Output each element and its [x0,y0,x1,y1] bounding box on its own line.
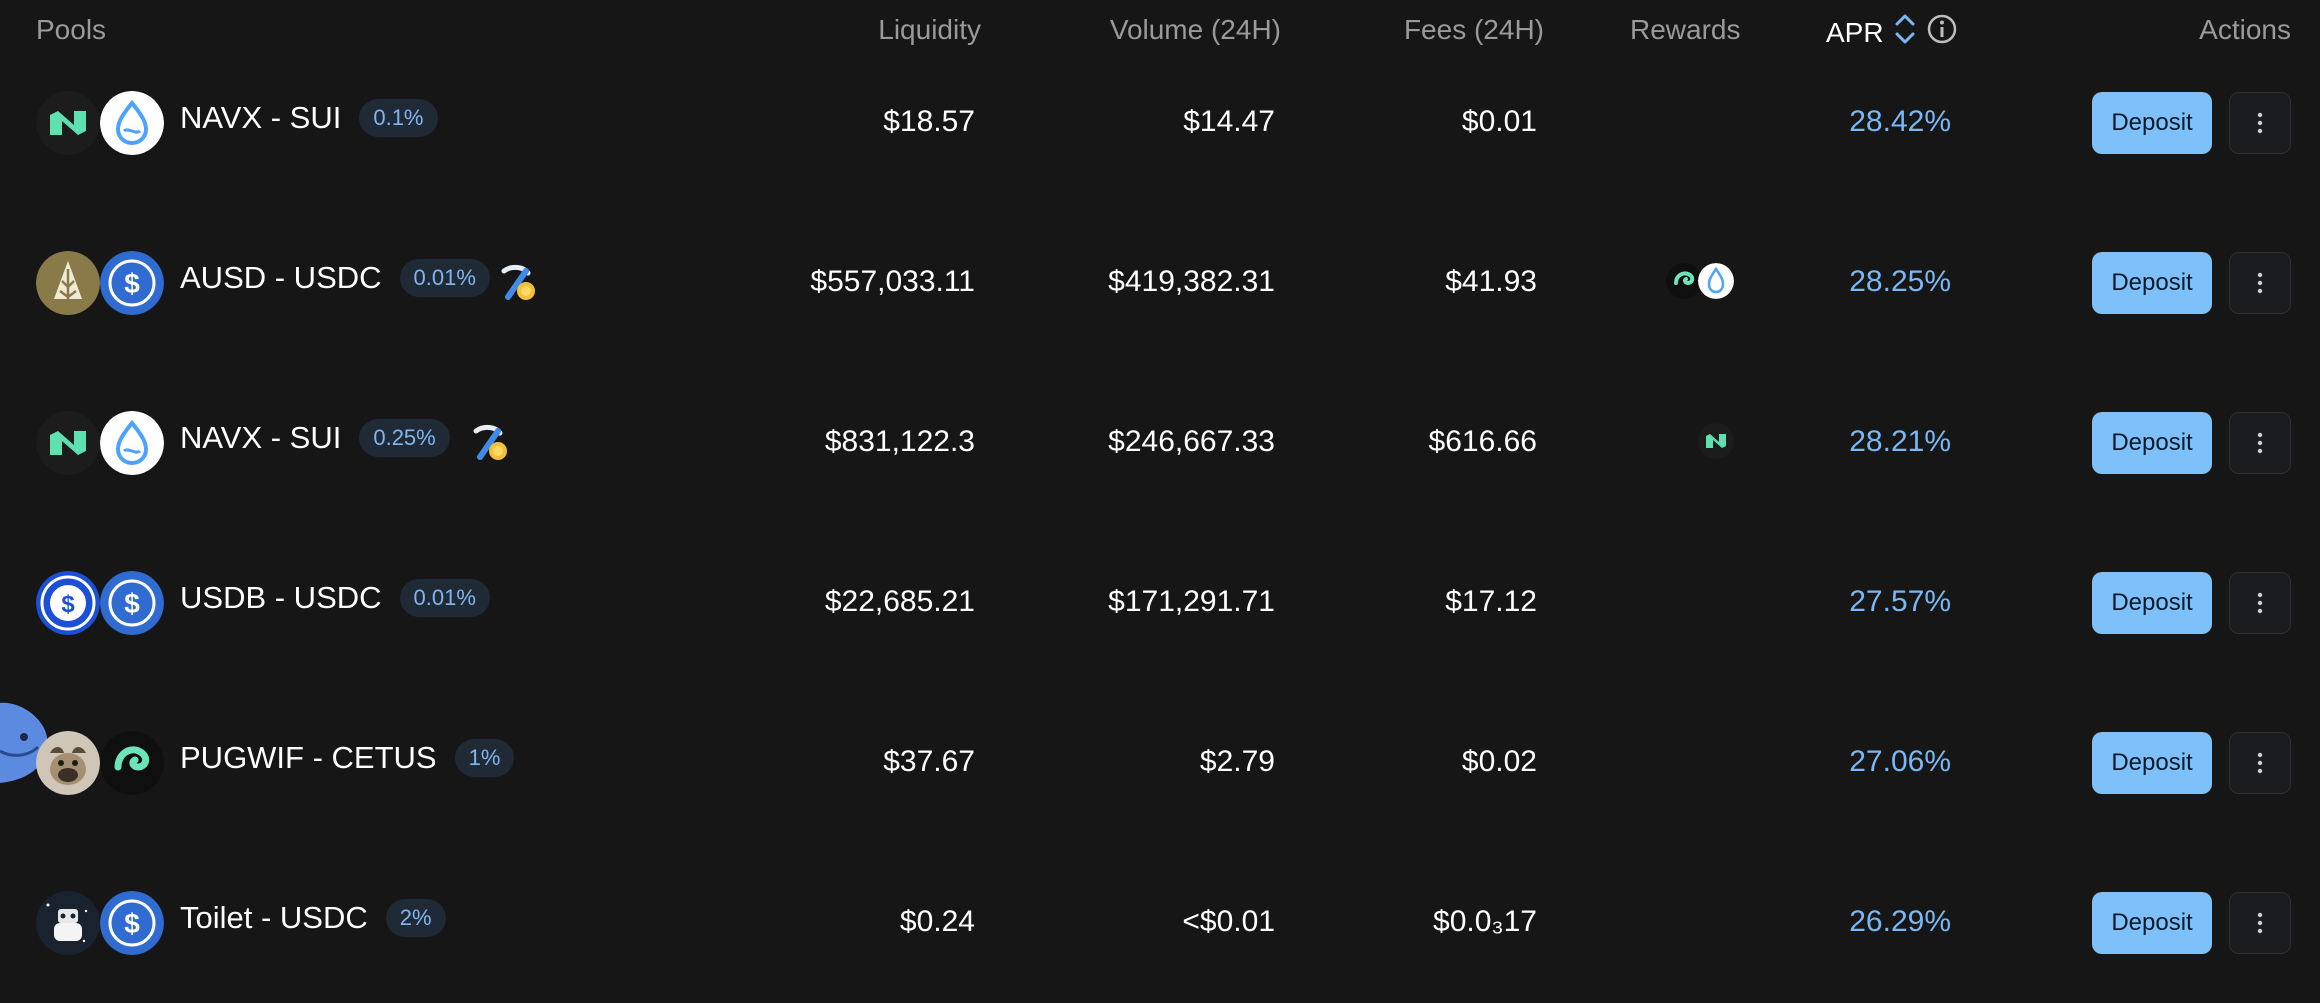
deposit-button[interactable]: Deposit [2092,732,2212,794]
pool-pair-name[interactable]: PUGWIF - CETUS [180,740,437,776]
liquidity-value: $831,122.3 [824,425,975,458]
apr-value: 28.25% [1849,265,1951,298]
navx-icon [36,411,100,475]
liquidity-value: $0.24 [899,905,975,938]
fees-value: $0.01 [1461,105,1537,138]
fees-value: $616.66 [1428,425,1537,458]
apr-value: 26.29% [1849,905,1951,938]
more-vertical-icon [2257,592,2263,614]
pool-pair-name[interactable]: NAVX - SUI [180,100,341,136]
fee-tier-badge: 0.01% [399,259,490,297]
pool-pair-name[interactable]: Toilet - USDC [180,900,368,936]
volume-value: $2.79 [1199,745,1275,778]
pool-pair-name[interactable]: NAVX - SUI [180,420,341,456]
sui-icon [1698,263,1734,299]
usdc-icon: $ [100,251,164,315]
cetus-icon [1666,263,1702,299]
svg-text:$: $ [61,591,75,618]
deposit-button[interactable]: Deposit [2092,252,2212,314]
fee-tier-badge: 0.25% [359,419,450,457]
volume-value: $419,382.31 [1108,265,1275,298]
volume-value: $14.47 [1183,105,1275,138]
liquidity-value: $37.67 [883,745,975,778]
apr-value: 27.06% [1849,745,1951,778]
header-liquidity: Liquidity [878,14,981,45]
apr-value: 28.42% [1849,105,1951,138]
toilet-icon [36,891,100,955]
pool-row[interactable]: $ $ USDB - USDC 0.01% $22,685.21 $171,29… [0,523,2320,683]
deposit-button[interactable]: Deposit [2092,572,2212,634]
mining-pickaxe-icon [470,423,510,463]
header-fees: Fees (24H) [1403,14,1544,45]
more-vertical-icon [2257,752,2263,774]
pool-pair-name[interactable]: USDB - USDC [180,580,382,616]
more-options-button[interactable] [2229,412,2291,474]
navx-icon [36,91,100,155]
svg-text:$: $ [124,588,140,619]
usdc-icon: $ [100,571,164,635]
pool-row[interactable]: $ AUSD - USDC 0.01% $557,033.11 $419,382… [0,203,2320,363]
fees-value: $41.93 [1445,265,1537,298]
more-options-button[interactable] [2229,92,2291,154]
liquidity-value: $22,685.21 [824,585,975,618]
fees-value: $0.0₃17 [1433,905,1537,938]
fees-value: $17.12 [1445,585,1537,618]
usdc-icon: $ [100,891,164,955]
deposit-button[interactable]: Deposit [2092,892,2212,954]
pool-row[interactable]: PUGWIF - CETUS 1% $37.67 $2.79 $0.02 27.… [0,683,2320,843]
header-rewards: Rewards [1630,14,1741,45]
deposit-button[interactable]: Deposit [2092,92,2212,154]
header-actions: Actions [2199,14,2291,45]
cetus-icon [100,731,164,795]
sui-icon [100,91,164,155]
more-vertical-icon [2257,112,2263,134]
pool-row[interactable]: $ Toilet - USDC 2% $0.24 <$0.01 $0.0₃17 … [0,843,2320,1003]
header-pools: Pools [36,14,107,45]
pool-row[interactable]: NAVX - SUI 0.25% $831,122.3 $246,667.33 … [0,363,2320,523]
svg-text:$: $ [124,908,140,939]
svg-text:$: $ [124,268,140,299]
usdb-icon: $ [36,571,100,635]
apr-value: 28.21% [1849,425,1951,458]
more-vertical-icon [2257,272,2263,294]
pugwif-icon [36,731,100,795]
volume-value: $246,667.33 [1108,425,1275,458]
fee-tier-badge: 0.1% [359,99,438,137]
volume-value: $171,291.71 [1108,585,1275,618]
more-vertical-icon [2257,432,2263,454]
fee-tier-badge: 2% [385,899,446,937]
navx-icon [1698,423,1734,459]
mining-pickaxe-icon [498,263,538,303]
liquidity-value: $18.57 [883,105,975,138]
sui-icon [100,411,164,475]
pool-pair-name[interactable]: AUSD - USDC [180,260,382,296]
header-volume: Volume (24H) [1109,14,1281,45]
volume-value: <$0.01 [1182,905,1275,938]
more-options-button[interactable] [2229,252,2291,314]
more-options-button[interactable] [2229,892,2291,954]
more-options-button[interactable] [2229,572,2291,634]
liquidity-value: $557,033.11 [810,265,975,298]
fee-tier-badge: 0.01% [399,579,490,617]
deposit-button[interactable]: Deposit [2092,412,2212,474]
pool-row[interactable]: NAVX - SUI 0.1% $18.57 $14.47 $0.01 28.4… [0,43,2320,203]
ausd-icon [36,251,100,315]
fees-value: $0.02 [1461,745,1537,778]
fee-tier-badge: 1% [454,739,515,777]
more-options-button[interactable] [2229,732,2291,794]
more-vertical-icon [2257,912,2263,934]
apr-value: 27.57% [1849,585,1951,618]
